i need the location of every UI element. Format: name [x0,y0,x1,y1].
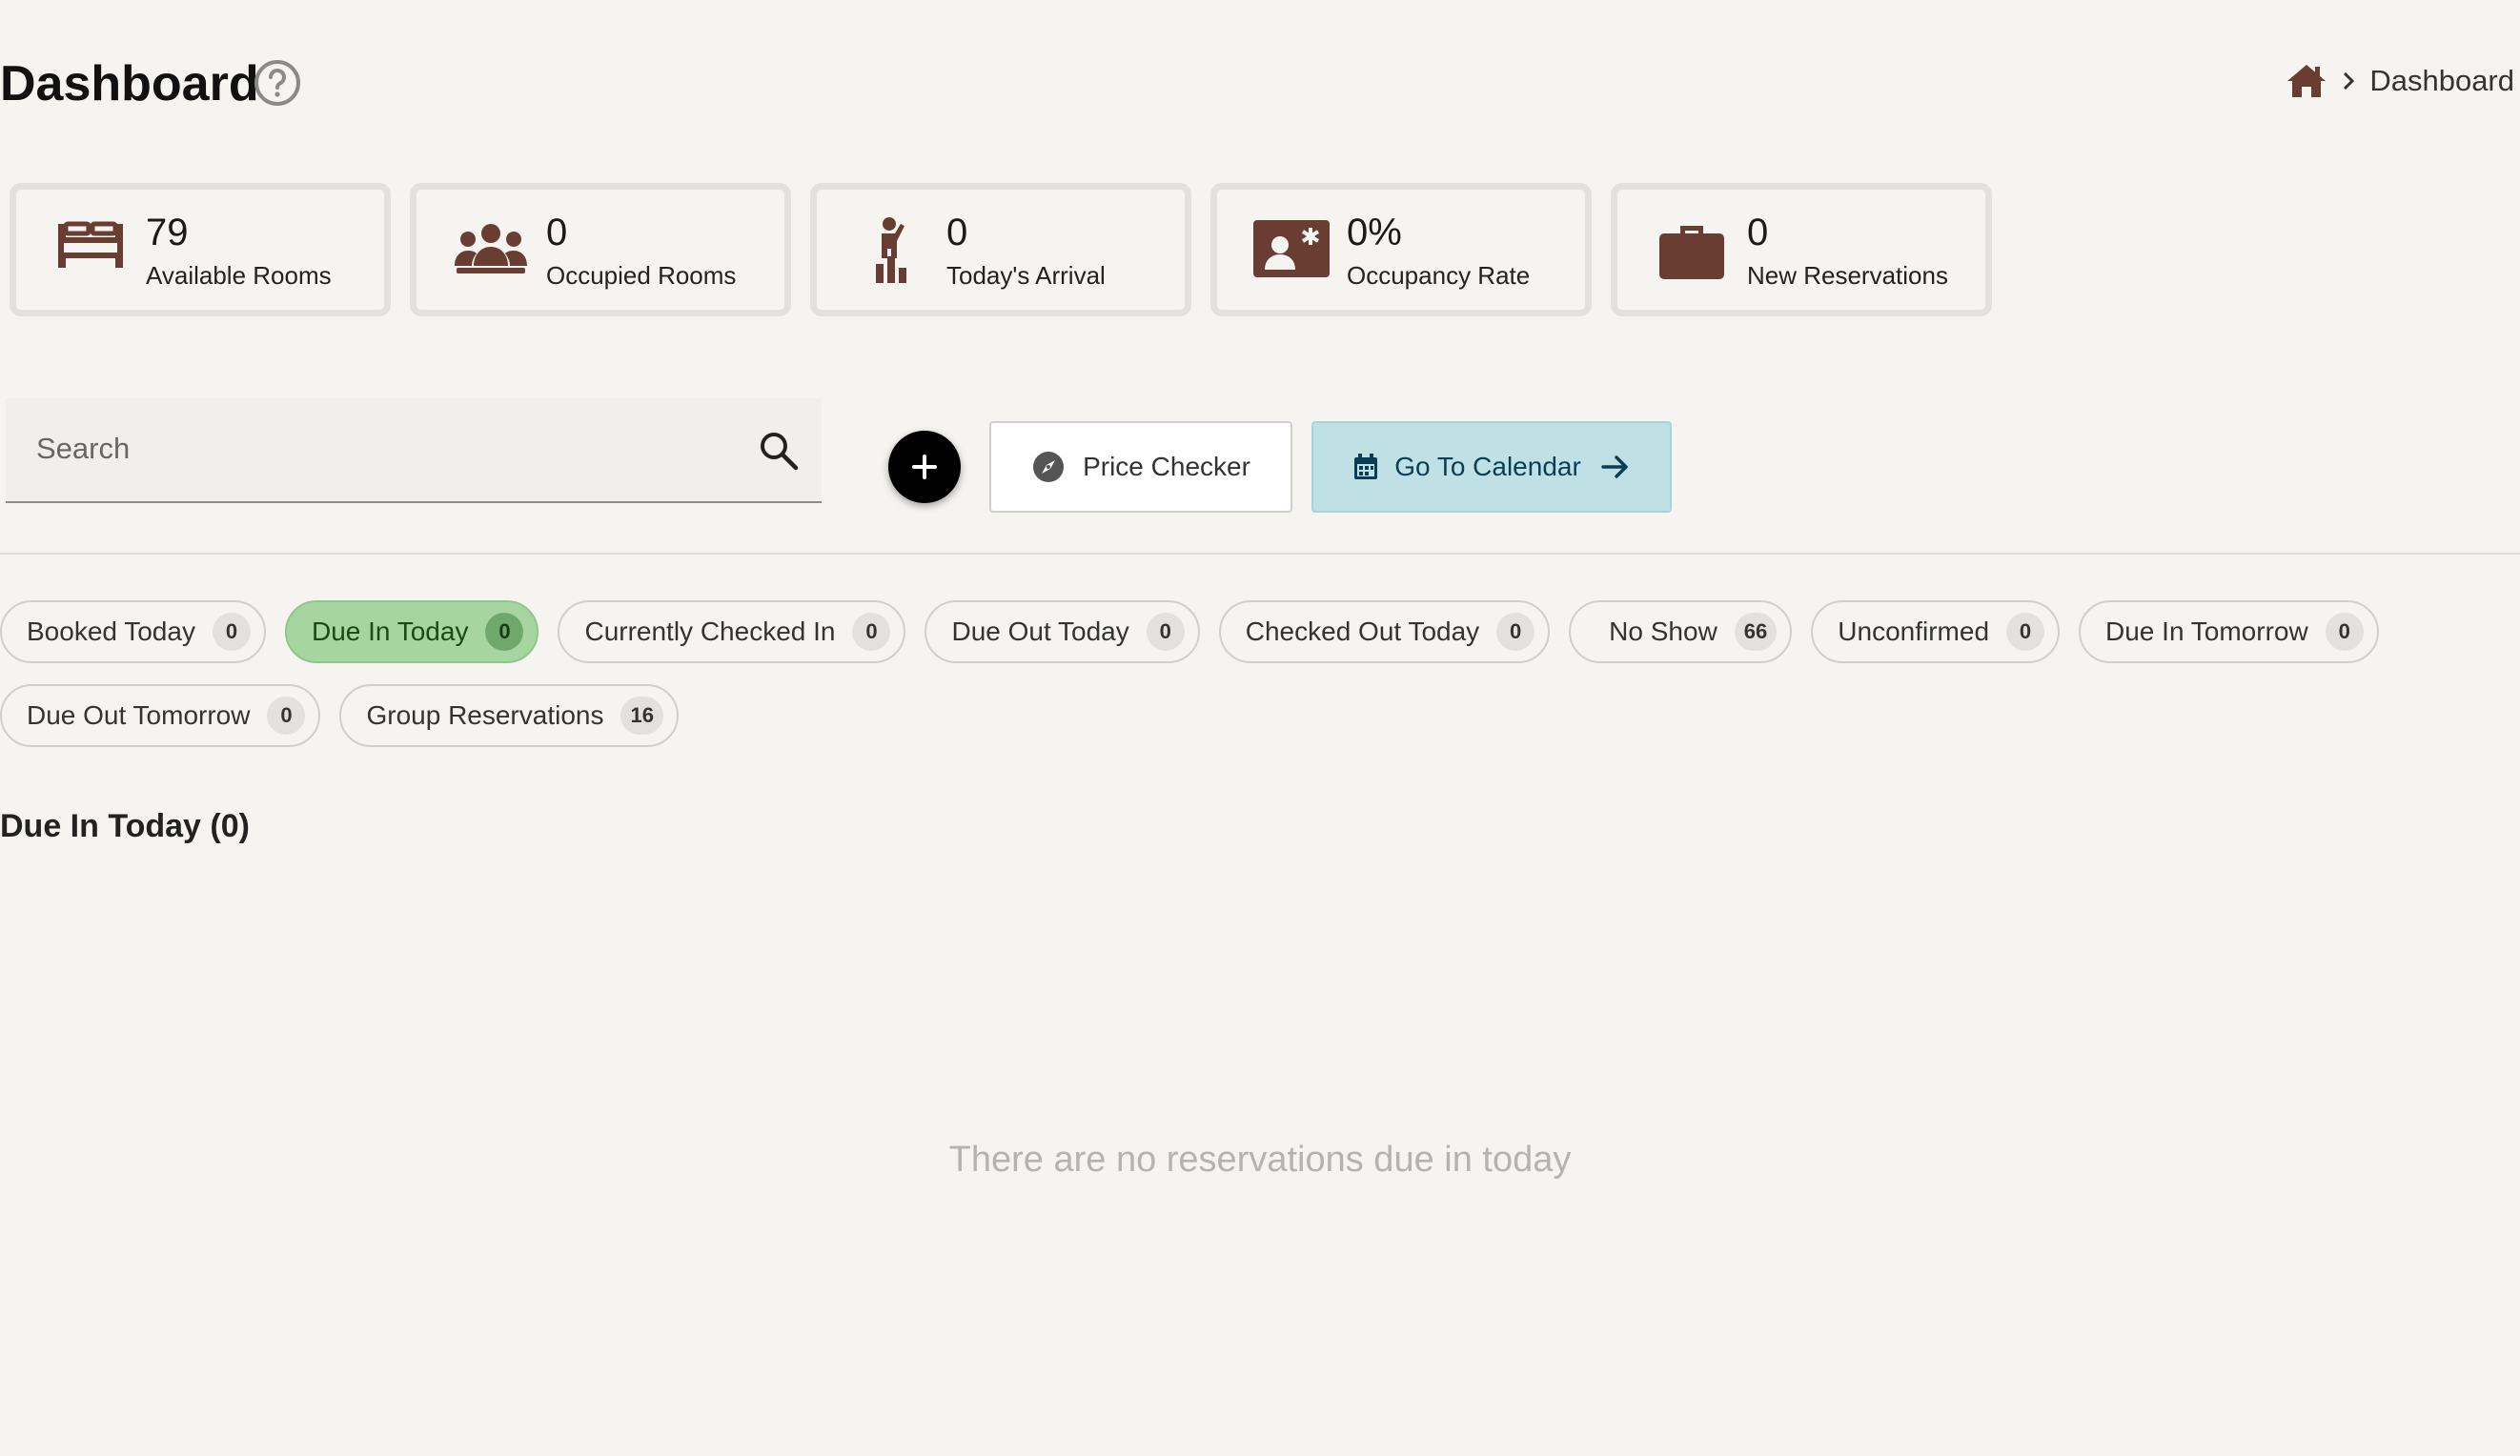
stat-value: 0 [1747,212,1769,253]
arrival-icon [876,217,906,283]
search-icon[interactable] [759,431,799,471]
stat-value: 0 [546,212,568,253]
chip-due-out-tomorrow[interactable]: Due Out Tomorrow 0 [0,684,321,747]
price-checker-label: Price Checker [1083,452,1250,481]
chip-label: Checked Out Today [1245,617,1480,646]
chip-count: 0 [852,613,891,651]
price-checker-button[interactable]: Price Checker [989,421,1292,513]
stat-label: Today's Arrival [946,261,1106,290]
chip-no-show[interactable]: No Show 66 [1569,600,1793,663]
chip-label: No Show [1609,617,1717,646]
chip-label: Due In Today [311,617,469,646]
stat-value: 0 [946,212,968,253]
stat-card-todays-arrival[interactable]: 0 Today's Arrival [810,183,1191,316]
chip-due-in-tomorrow[interactable]: Due In Tomorrow 0 [2079,600,2379,663]
chip-due-in-today[interactable]: Due In Today 0 [284,600,539,663]
chip-label: Due Out Today [951,617,1129,646]
divider [0,553,2520,555]
chip-booked-today[interactable]: Booked Today 0 [0,600,266,663]
chip-due-out-today[interactable]: Due Out Today 0 [925,600,1200,663]
chip-count: 0 [1496,613,1535,651]
chip-count: 0 [267,697,306,735]
chip-label: Currently Checked In [584,617,836,646]
go-to-calendar-label: Go To Calendar [1394,452,1581,481]
chip-count: 16 [620,697,663,735]
breadcrumb: Dashboard [2286,59,2514,103]
section-title: Due In Today (0) [0,808,250,844]
group-icon [455,224,527,273]
stat-card-available-rooms[interactable]: 79 Available Rooms [10,183,391,316]
chip-currently-checked-in[interactable]: Currently Checked In 0 [558,600,906,663]
arrow-right-icon [1601,455,1628,478]
stat-card-occupancy-rate[interactable]: 0% Occupancy Rate [1210,183,1592,316]
id-card-icon [1253,220,1330,277]
compass-icon [1033,452,1065,482]
chip-unconfirmed[interactable]: Unconfirmed 0 [1811,600,2061,663]
chip-count: 0 [2325,613,2364,651]
chip-count: 66 [1734,613,1778,651]
add-reservation-button[interactable] [888,431,961,503]
chip-label: Booked Today [27,617,195,646]
calendar-icon [1354,454,1378,479]
stat-label: Available Rooms [146,261,332,290]
page-header: Dashboard Dashboard [0,0,2520,162]
plus-icon [912,455,937,479]
chip-count: 0 [485,613,524,651]
search-box [6,398,822,503]
home-icon[interactable] [2286,62,2327,100]
chip-checked-out-today[interactable]: Checked Out Today 0 [1218,600,1551,663]
chip-group-reservations[interactable]: Group Reservations 16 [339,684,679,747]
page-title: Dashboard [0,56,259,111]
chip-label: Due Out Tomorrow [27,700,251,730]
stat-value: 79 [146,212,189,253]
stat-value: 0% [1347,212,1402,253]
filter-chips: Booked Today 0 Due In Today 0 Currently … [0,600,2411,747]
chip-count: 0 [2006,613,2045,651]
chip-label: Due In Tomorrow [2105,617,2308,646]
chip-label: Unconfirmed [1838,617,1990,646]
chip-count: 0 [1146,613,1185,651]
briefcase-icon [1659,226,1724,279]
stat-card-new-reservations[interactable]: 0 New Reservations [1611,183,1992,316]
stats-row: 79 Available Rooms 0 Occupied Rooms 0 To… [10,183,1992,316]
empty-state-message: There are no reservations due in today [948,1140,1572,1180]
stat-label: Occupied Rooms [546,261,737,290]
breadcrumb-current[interactable]: Dashboard [2369,64,2514,98]
chip-count: 0 [212,613,251,651]
chip-label: Group Reservations [366,700,604,730]
search-input[interactable] [6,398,711,499]
chevron-right-icon [2344,71,2355,91]
help-icon[interactable] [254,59,301,107]
bed-icon [58,221,123,268]
stat-label: New Reservations [1747,261,1948,290]
go-to-calendar-button[interactable]: Go To Calendar [1311,421,1672,513]
stat-label: Occupancy Rate [1347,261,1531,290]
stat-card-occupied-rooms[interactable]: 0 Occupied Rooms [410,183,791,316]
